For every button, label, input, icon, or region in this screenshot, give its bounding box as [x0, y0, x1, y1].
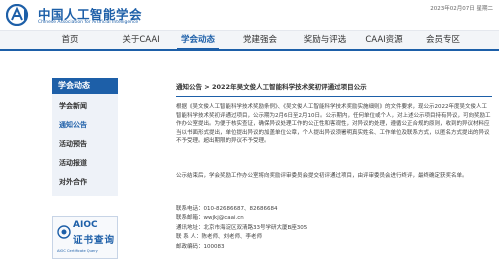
caai-logo-icon[interactable] [6, 4, 34, 26]
breadcrumb-section[interactable]: 通知公告 [176, 83, 202, 91]
nav-members[interactable]: 会员专区 [426, 31, 460, 50]
nav-home[interactable]: 首页 [61, 31, 78, 50]
nav-resources[interactable]: CAAI资源 [365, 31, 402, 50]
breadcrumb: 通知公告 > 2022年吴文俊人工智能科学技术奖初评通过项目公示 [176, 80, 492, 94]
site-header: 中国人工智能学会 Chinese Association for Artific… [0, 0, 499, 30]
aioc-title: AIOC [73, 220, 98, 230]
nav-party[interactable]: 党建强会 [243, 31, 277, 50]
main-nav: 首页 关于CAAI 学会动态 党建强会 奖励与评选 CAAI资源 会员专区 [0, 30, 499, 51]
contact-phone: 联系电话：010-82686687、82686684 [176, 206, 278, 212]
nav-about[interactable]: 关于CAAI [122, 31, 159, 50]
current-date: 2023年02月07日 星期二 [430, 6, 493, 12]
sidebar-list: 学会新闻 通知公告 活动预告 活动报道 对外合作 [52, 94, 118, 196]
aioc-subtitle: 证书查询 [73, 235, 116, 246]
contact-email: 联系邮箱：wwjkj@caai.cn [176, 215, 244, 222]
nav-awards[interactable]: 奖励与评选 [304, 31, 347, 50]
sidebar-item-cooperation[interactable]: 对外合作 [52, 173, 118, 192]
sidebar-title: 学会动态 [52, 78, 118, 94]
sidebar: 学会动态 学会新闻 通知公告 活动预告 活动报道 对外合作 [52, 78, 118, 196]
aioc-certificate-query-banner[interactable]: AIOC 证书查询 AIOC Certificate Query [52, 216, 118, 259]
sidebar-item-notices[interactable]: 通知公告 [52, 116, 118, 135]
sidebar-item-reports[interactable]: 活动报道 [52, 154, 118, 173]
certificate-icon [57, 225, 71, 239]
sidebar-item-news[interactable]: 学会新闻 [52, 97, 118, 116]
breadcrumb-separator: > [204, 83, 212, 91]
contact-info: 联系电话：010-82686687、82686684 联系邮箱：wwjkj@ca… [176, 205, 492, 252]
org-name-en: Chinese Association for Artificial Intel… [38, 20, 139, 25]
article-header: 通知公告 > 2022年吴文俊人工智能科学技术奖初评通过项目公示 [176, 80, 492, 97]
contact-address: 通讯地址：北京市海淀区双清路33号学研大厦B座305 [176, 224, 308, 231]
title-divider [176, 96, 492, 97]
aioc-caption: AIOC Certificate Query [57, 249, 98, 253]
article-paragraph-2: 公示结束后，学会奖励工作办公室将向奖励评审委员会提交初评通过项目，由评审委员会进… [176, 173, 468, 179]
article-title: 2022年吴文俊人工智能科学技术奖初评通过项目公示 [211, 83, 367, 91]
nav-active-indicator [177, 48, 219, 50]
contact-person: 联 系 人：陈老师、刘老师、李老师 [176, 234, 262, 241]
article-paragraph-1: 根据《吴文俊人工智能科学技术奖励条例》、《吴文俊人工智能科学技术奖励实施细则》的… [176, 104, 491, 145]
sidebar-item-events[interactable]: 活动预告 [52, 135, 118, 154]
contact-postcode: 邮政编码：100083 [176, 243, 225, 250]
